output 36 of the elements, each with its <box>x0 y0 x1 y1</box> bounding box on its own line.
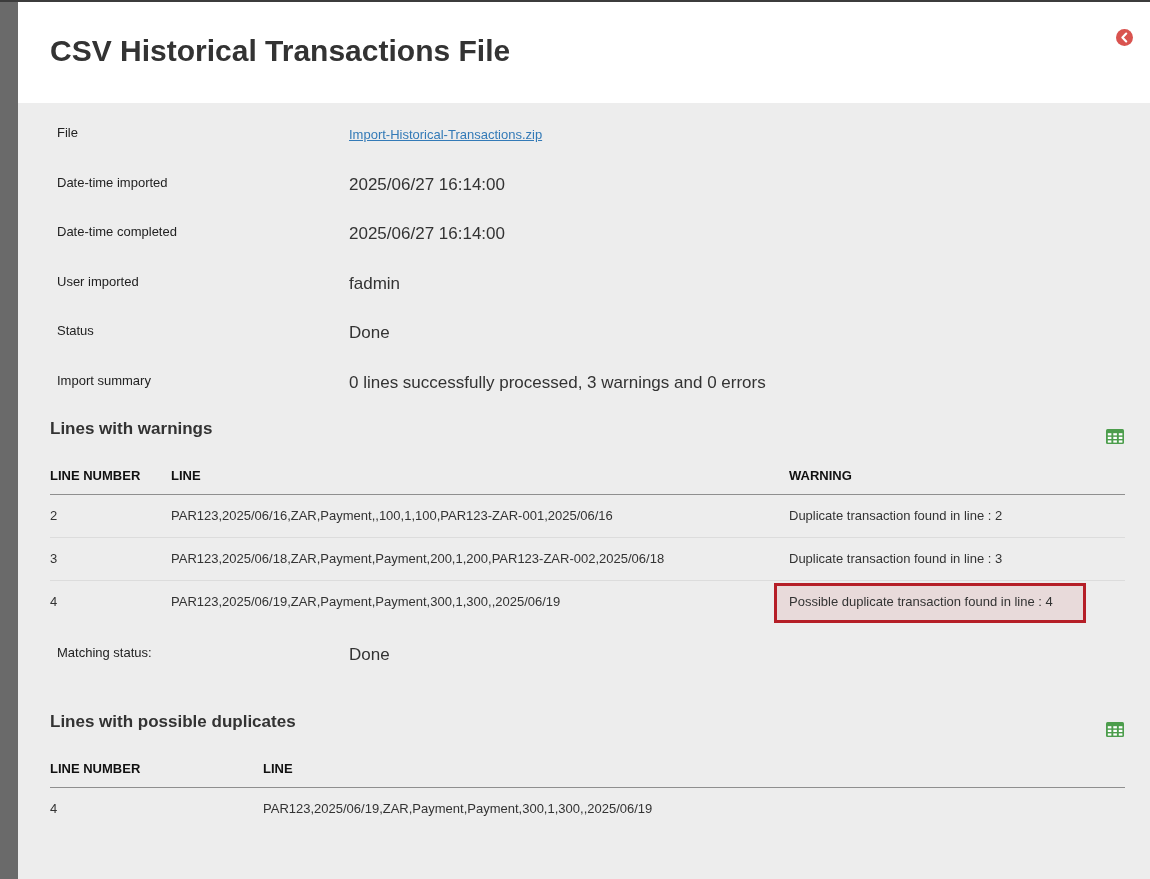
dialog-title: CSV Historical Transactions File <box>50 33 511 69</box>
warning-message: Duplicate transaction found in line : 2 <box>789 507 1003 524</box>
field-label: Date-time completed <box>56 224 177 241</box>
field-label: Status <box>56 323 94 340</box>
field-value: fadmin <box>349 273 401 294</box>
column-header: WARNING <box>777 443 1125 495</box>
column-header: LINE NUMBER <box>50 443 171 495</box>
chevron-left-circle-icon[interactable] <box>1116 29 1133 46</box>
table-cell: PAR123,2025/06/16,ZAR,Payment,,100,1,100,PAR123-ZAR-001,2025/06/16 <box>171 494 777 538</box>
field-value: 0 lines successfully processed, 3 warnings and 0 errors <box>349 372 766 393</box>
field-label: Import summary <box>56 372 151 389</box>
table-cell: PAR123,2025/06/19,ZAR,Payment,Payment,300,1,300,,2025/06/19 <box>263 787 1125 830</box>
field-value: 2025/06/27 16:14:00 <box>349 174 505 195</box>
field-label: User imported <box>56 273 139 290</box>
table-cell: PAR123,2025/06/18,ZAR,Payment,Payment,200,1,200,PAR123-ZAR-002,2025/06/18 <box>171 537 777 581</box>
field-value: Done <box>349 323 390 344</box>
field-value: Done <box>349 644 390 665</box>
field-label: Date-time imported <box>56 174 168 191</box>
section-title: Lines with possible duplicates <box>50 711 296 732</box>
column-header: LINE <box>263 736 1125 788</box>
file-link[interactable]: Import-Historical-Transactions.zip <box>349 125 543 145</box>
table-cell: PAR123,2025/06/19,ZAR,Payment,Payment,300,1,300,,2025/06/19 <box>171 580 777 623</box>
column-header: LINE NUMBER <box>50 736 263 788</box>
spreadsheet-icon[interactable] <box>1106 428 1124 444</box>
warning-message: Possible duplicate transaction found in line : 4 <box>774 582 1086 623</box>
spreadsheet-icon[interactable] <box>1106 721 1124 737</box>
column-header: LINE <box>171 443 777 495</box>
field-label: File <box>56 125 78 141</box>
section-title: Lines with warnings <box>50 418 213 439</box>
table-cell: 2 <box>50 494 171 538</box>
table-cell: 3 <box>50 537 171 581</box>
field-label: Matching status: <box>56 644 152 661</box>
table-cell: 4 <box>50 787 263 830</box>
table-cell: 4 <box>50 580 171 623</box>
warning-message: Duplicate transaction found in line : 3 <box>789 550 1003 567</box>
field-value: 2025/06/27 16:14:00 <box>349 224 505 245</box>
